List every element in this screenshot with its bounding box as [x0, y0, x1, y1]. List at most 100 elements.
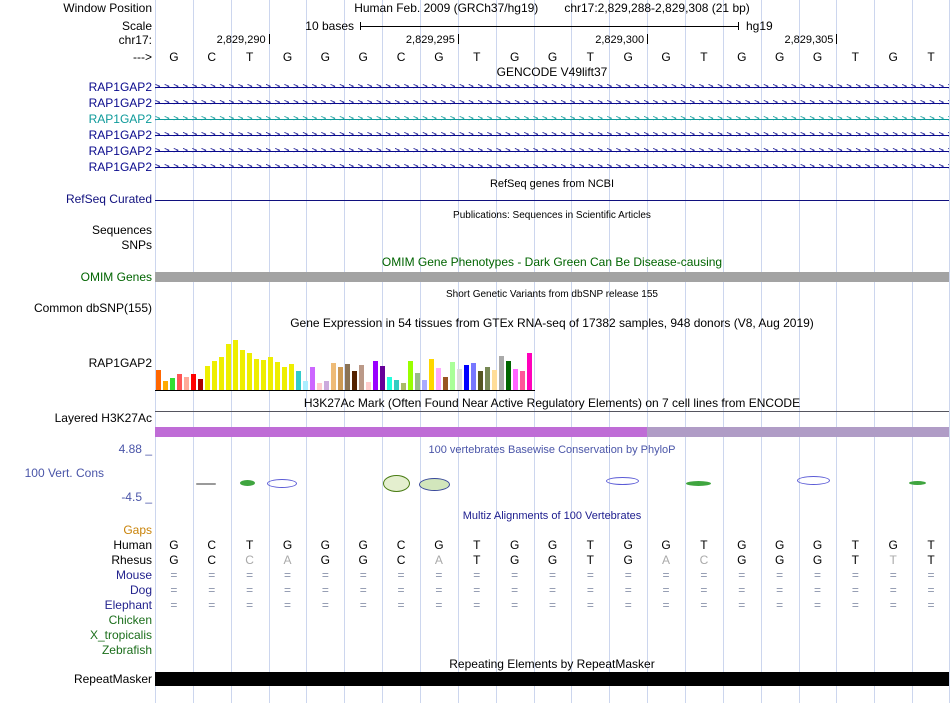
gtex-gene-label[interactable]: RAP1GAP2 — [0, 357, 152, 370]
omim-gene-bar[interactable] — [155, 272, 949, 282]
gtex-tissue-bar[interactable] — [268, 357, 273, 390]
gtex-tissue-bar[interactable] — [296, 371, 301, 390]
gtex-tissue-bar[interactable] — [191, 374, 196, 390]
gtex-tissue-bar[interactable] — [359, 365, 364, 390]
gtex-tissue-bar[interactable] — [506, 361, 511, 390]
refseq-transcript-line[interactable] — [155, 200, 949, 201]
gtex-tissue-bar[interactable] — [366, 382, 371, 390]
multiz-alignment-row[interactable] — [155, 643, 950, 658]
gtex-tissue-bar[interactable] — [450, 362, 455, 390]
gtex-tissue-bar[interactable] — [331, 363, 336, 390]
gtex-tissue-bar[interactable] — [499, 356, 504, 390]
omim-genes-label[interactable]: OMIM Genes — [0, 271, 152, 284]
gtex-tissue-bar[interactable] — [226, 344, 231, 390]
gencode-transcript-row[interactable]: >>>>>>>>>>>>>>>>>>>>>>>>>>>>>>>>>>>>>>>>… — [155, 143, 949, 159]
gtex-tissue-bar[interactable] — [317, 383, 322, 390]
gtex-tissue-bar[interactable] — [457, 369, 462, 390]
gtex-tissue-bar[interactable] — [436, 368, 441, 390]
multiz-alignment-row[interactable]: GCTGGGCGTGGTGGTGGGTGT — [155, 538, 950, 553]
gtex-tissue-bar[interactable] — [289, 364, 294, 390]
multiz-alignment-row[interactable] — [155, 613, 950, 628]
sequences-track-label[interactable]: Sequences — [0, 224, 152, 237]
gtex-tissue-bar[interactable] — [177, 374, 182, 390]
gtex-tissue-bar[interactable] — [303, 381, 308, 390]
h3k27ac-signal-segment[interactable] — [647, 427, 949, 437]
multiz-species-label[interactable]: Mouse — [0, 569, 152, 582]
gtex-tissue-bar[interactable] — [345, 364, 350, 390]
phylop-conservation-area[interactable] — [155, 470, 949, 504]
gtex-tissue-bar[interactable] — [205, 366, 210, 390]
gencode-gene-label[interactable]: RAP1GAP2 — [0, 129, 152, 142]
gtex-tissue-bar[interactable] — [478, 371, 483, 390]
gencode-gene-label[interactable]: RAP1GAP2 — [0, 113, 152, 126]
gtex-tissue-bar[interactable] — [324, 381, 329, 390]
multiz-alignment-row[interactable]: GCCAGGCATGGTGACGGGTTT — [155, 553, 950, 568]
gtex-tissue-bar[interactable] — [401, 383, 406, 390]
gtex-tissue-bar[interactable] — [233, 340, 238, 390]
gencode-transcript-row[interactable]: >>>>>>>>>>>>>>>>>>>>>>>>>>>>>>>>>>>>>>>>… — [155, 127, 949, 143]
reference-sequence-row[interactable]: GCTGGGCGTGGTGGTGGGTGT — [155, 50, 950, 65]
gtex-tissue-bar[interactable] — [275, 362, 280, 390]
multiz-alignment-row[interactable]: = = = = = = = = = = = = = = = = = = = = = — [155, 583, 950, 598]
dbsnp-track-label[interactable]: Common dbSNP(155) — [0, 302, 152, 315]
phylop-track-label[interactable]: 100 Vert. Cons — [0, 467, 104, 480]
gtex-tissue-bar[interactable] — [380, 366, 385, 390]
gtex-tissue-bar[interactable] — [415, 373, 420, 390]
gtex-tissue-bar[interactable] — [156, 370, 161, 390]
gtex-tissue-bar[interactable] — [212, 361, 217, 390]
multiz-species-label[interactable]: Gaps — [0, 524, 152, 537]
multiz-species-label[interactable]: Elephant — [0, 599, 152, 612]
multiz-alignment-row[interactable]: = = = = = = = = = = = = = = = = = = = = = — [155, 568, 950, 583]
snps-track-label[interactable]: SNPs — [0, 239, 152, 252]
gtex-tissue-bar[interactable] — [261, 360, 266, 390]
gtex-tissue-bar[interactable] — [429, 359, 434, 390]
multiz-alignment-row[interactable] — [155, 628, 950, 643]
gtex-tissue-bar[interactable] — [373, 361, 378, 390]
gencode-transcript-row[interactable]: >>>>>>>>>>>>>>>>>>>>>>>>>>>>>>>>>>>>>>>>… — [155, 79, 949, 95]
gtex-tissue-bar[interactable] — [408, 361, 413, 390]
gtex-tissue-bar[interactable] — [352, 371, 357, 390]
gtex-tissue-bar[interactable] — [198, 379, 203, 390]
gtex-tissue-bar[interactable] — [471, 363, 476, 390]
gtex-tissue-bar[interactable] — [247, 353, 252, 390]
gtex-tissue-bar[interactable] — [338, 367, 343, 390]
gtex-tissue-bar[interactable] — [282, 367, 287, 390]
gtex-tissue-bar[interactable] — [254, 359, 259, 390]
gtex-tissue-bar[interactable] — [464, 365, 469, 390]
refseq-curated-label[interactable]: RefSeq Curated — [0, 193, 152, 206]
gtex-tissue-bar[interactable] — [310, 367, 315, 390]
gencode-transcript-row[interactable]: >>>>>>>>>>>>>>>>>>>>>>>>>>>>>>>>>>>>>>>>… — [155, 95, 949, 111]
gtex-tissue-bar[interactable] — [240, 350, 245, 390]
h3k27ac-track-label[interactable]: Layered H3K27Ac — [0, 412, 152, 425]
gtex-tissue-bar[interactable] — [184, 377, 189, 390]
gtex-tissue-bar[interactable] — [492, 370, 497, 390]
multiz-alignment-row[interactable]: = = = = = = = = = = = = = = = = = = = = = — [155, 598, 950, 613]
gtex-expression-chart[interactable] — [156, 336, 532, 390]
repeatmasker-bar[interactable] — [155, 672, 949, 686]
multiz-species-label[interactable]: Rhesus — [0, 554, 152, 567]
h3k27ac-signal-segment[interactable] — [155, 427, 647, 437]
gtex-tissue-bar[interactable] — [443, 377, 448, 390]
gtex-tissue-bar[interactable] — [394, 380, 399, 390]
gtex-tissue-bar[interactable] — [520, 371, 525, 390]
gencode-gene-label[interactable]: RAP1GAP2 — [0, 145, 152, 158]
multiz-species-label[interactable]: Chicken — [0, 614, 152, 627]
repeatmasker-track-label[interactable]: RepeatMasker — [0, 673, 152, 686]
gencode-transcript-row[interactable]: >>>>>>>>>>>>>>>>>>>>>>>>>>>>>>>>>>>>>>>>… — [155, 159, 949, 175]
multiz-species-label[interactable]: Human — [0, 539, 152, 552]
gtex-tissue-bar[interactable] — [513, 369, 518, 390]
gencode-transcript-row[interactable]: >>>>>>>>>>>>>>>>>>>>>>>>>>>>>>>>>>>>>>>>… — [155, 111, 949, 127]
multiz-alignment-row[interactable] — [155, 523, 950, 538]
gencode-gene-label[interactable]: RAP1GAP2 — [0, 97, 152, 110]
gencode-gene-label[interactable]: RAP1GAP2 — [0, 81, 152, 94]
multiz-species-label[interactable]: Zebrafish — [0, 644, 152, 657]
gtex-tissue-bar[interactable] — [170, 378, 175, 390]
gtex-tissue-bar[interactable] — [422, 380, 427, 390]
gtex-tissue-bar[interactable] — [527, 353, 532, 390]
gtex-tissue-bar[interactable] — [219, 357, 224, 390]
multiz-species-label[interactable]: X_tropicalis — [0, 629, 152, 642]
gtex-tissue-bar[interactable] — [485, 367, 490, 390]
multiz-species-label[interactable]: Dog — [0, 584, 152, 597]
gtex-tissue-bar[interactable] — [387, 377, 392, 390]
gencode-gene-label[interactable]: RAP1GAP2 — [0, 161, 152, 174]
